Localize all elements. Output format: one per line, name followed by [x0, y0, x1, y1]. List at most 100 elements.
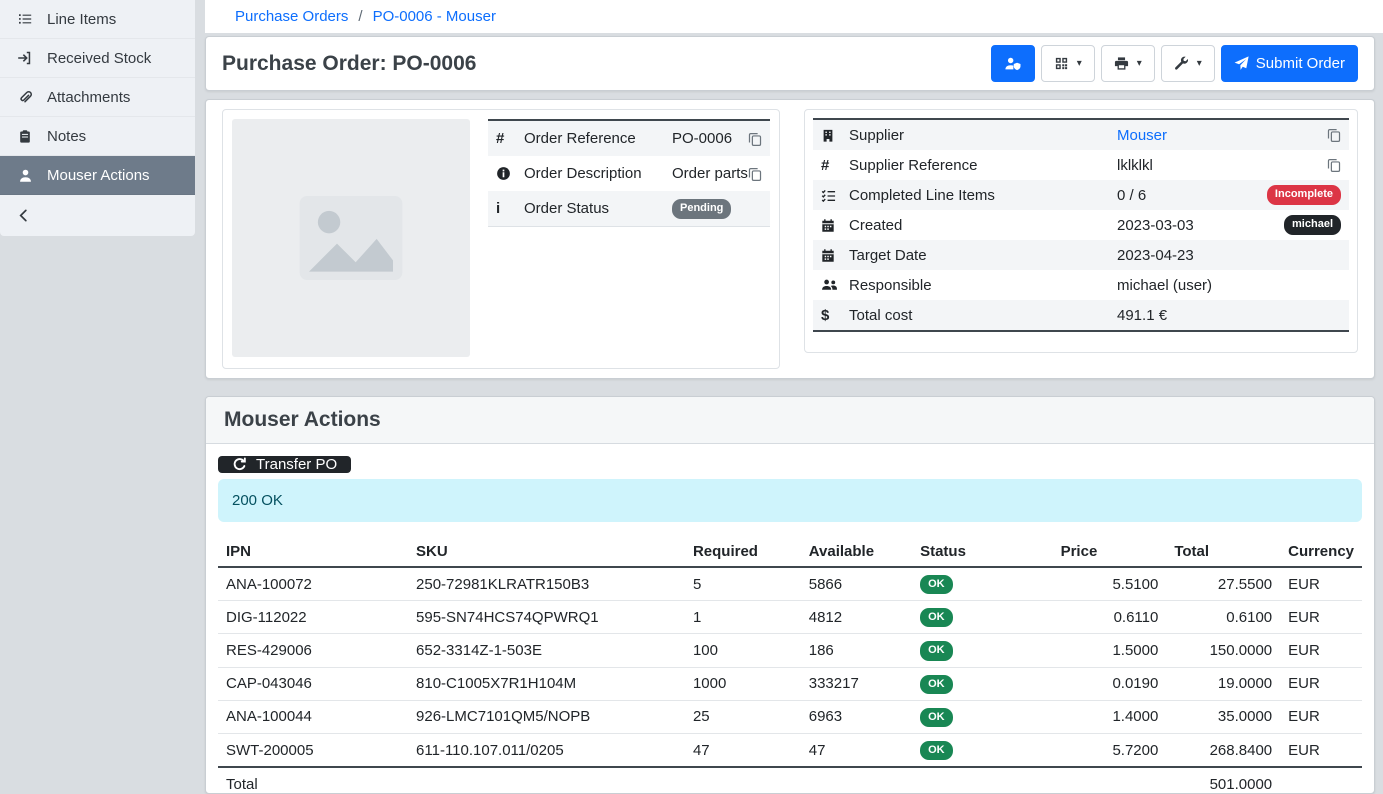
cell-price: 1.5000 — [1053, 634, 1167, 667]
transfer-po-button[interactable]: Transfer PO — [218, 456, 351, 473]
column-header-status: Status — [912, 537, 1053, 567]
footer-total-value: 501.0000 — [1166, 767, 1280, 793]
detail-label: Target Date — [849, 247, 1117, 264]
cell-available: 4812 — [801, 601, 912, 634]
info-icon: i — [496, 201, 524, 216]
tools-icon — [1174, 56, 1189, 71]
cell-available: 5866 — [801, 567, 912, 601]
detail-row-supplier-reference: #Supplier Referencelklklkl — [813, 150, 1349, 180]
table-row: CAP-043046810-C1005X7R1H104M1000333217OK… — [218, 667, 1362, 700]
copy-icon[interactable] — [1327, 128, 1341, 142]
button-label: Submit Order — [1256, 55, 1345, 72]
cell-available: 333217 — [801, 667, 912, 700]
column-header-available: Available — [801, 537, 912, 567]
column-header-currency: Currency — [1280, 537, 1362, 567]
transfer-po-label: Transfer PO — [256, 456, 337, 473]
copy-icon[interactable] — [748, 132, 762, 146]
cell-total: 268.8400 — [1166, 733, 1280, 767]
detail-label: Completed Line Items — [849, 187, 1117, 204]
cell-ipn: SWT-200005 — [218, 733, 408, 767]
table-row: DIG-112022595-SN74HCS74QPWRQ114812 OK 0.61… — [218, 601, 1362, 634]
page-header: Purchase Order: PO-0006 ▾▾▾Submit Order — [205, 36, 1375, 91]
cell-price: 5.5100 — [1053, 567, 1167, 601]
sign-in-icon — [16, 50, 34, 66]
cell-currency: EUR — [1280, 667, 1362, 700]
detail-row-order-reference: #Order ReferencePO-0006 — [488, 121, 770, 156]
paper-plane-icon — [1234, 56, 1249, 71]
cell-ipn: ANA-100044 — [218, 700, 408, 733]
order-info-table: #Order ReferencePO-0006 Order Description… — [488, 119, 770, 227]
cell-total: 0.6100 — [1166, 601, 1280, 634]
order-actions-button[interactable]: ▾ — [1161, 45, 1215, 82]
cell-total: 27.5500 — [1166, 567, 1280, 601]
caret-down-icon: ▾ — [1137, 59, 1142, 69]
order-details-panel: #Order ReferencePO-0006Order Description… — [205, 99, 1375, 379]
detail-label: Total cost — [849, 307, 1117, 324]
pending-badge: Pending — [672, 199, 731, 218]
status-ok-badge: OK — [920, 708, 953, 727]
detail-value: 491.1 € — [1117, 307, 1167, 324]
status-alert: 200 OK — [218, 479, 1362, 522]
table-header-row: IPNSKURequiredAvailableStatusPriceTotalC… — [218, 537, 1362, 567]
cell-currency: EUR — [1280, 601, 1362, 634]
sidebar-item-attachments[interactable]: Attachments — [0, 78, 195, 117]
status-ok-badge: OK — [920, 641, 953, 660]
copy-icon[interactable] — [1327, 158, 1341, 172]
image-placeholder-icon — [295, 189, 407, 287]
sidebar-item-notes[interactable]: Notes — [0, 117, 195, 156]
cell-total: 150.0000 — [1166, 634, 1280, 667]
cell-currency: EUR — [1280, 567, 1362, 601]
list-icon — [16, 11, 34, 27]
cell-required: 1000 — [685, 667, 801, 700]
barcode-actions-button[interactable]: ▾ — [1041, 45, 1095, 82]
sidebar-item-label: Mouser Actions — [47, 167, 150, 184]
sidebar-item-mouser-actions[interactable]: Mouser Actions — [0, 156, 195, 195]
sidebar-item-line-items[interactable]: Line Items — [0, 0, 195, 39]
calendar-icon — [821, 248, 849, 263]
table-row: RES-429006652-3314Z-1-503E100186OK1.5000… — [218, 634, 1362, 667]
status-ok-badge: OK — [920, 608, 953, 627]
copy-icon[interactable] — [748, 167, 762, 181]
clipboard-icon — [16, 129, 34, 144]
detail-label: Order Description — [524, 165, 672, 182]
breadcrumb-bar: Purchase Orders/PO-0006 - Mouser — [205, 0, 1383, 33]
cell-sku: 595-SN74HCS74QPWRQ1 — [408, 601, 685, 634]
table-row: ANA-100072250-72981KLRATR150B355866OK5.5… — [218, 567, 1362, 601]
cell-required: 100 — [685, 634, 801, 667]
hash-icon: # — [821, 158, 849, 173]
status-ok-badge: OK — [920, 675, 953, 694]
submit-order-button[interactable]: Submit Order — [1221, 45, 1358, 82]
cell-currency: EUR — [1280, 634, 1362, 667]
admin-users-button[interactable] — [991, 45, 1035, 82]
sidebar-item-label: Line Items — [47, 11, 116, 28]
cell-sku: 652-3314Z-1-503E — [408, 634, 685, 667]
cell-price: 5.7200 — [1053, 733, 1167, 767]
cell-ipn: DIG-112022 — [218, 601, 408, 634]
cell-required: 25 — [685, 700, 801, 733]
dollar-icon: $ — [821, 308, 849, 323]
breadcrumb-link-purchase-orders[interactable]: Purchase Orders — [235, 8, 348, 25]
detail-label: Order Reference — [524, 130, 672, 147]
column-header-total: Total — [1166, 537, 1280, 567]
breadcrumb-link-po-0006-mouser[interactable]: PO-0006 - Mouser — [373, 8, 496, 25]
mouser-order-table: IPNSKURequiredAvailableStatusPriceTotalC… — [218, 537, 1362, 793]
sidebar-item-received-stock[interactable]: Received Stock — [0, 39, 195, 78]
list-check-icon — [821, 188, 849, 203]
print-actions-button[interactable]: ▾ — [1101, 45, 1155, 82]
sidebar-menu: Line Items Received StockAttachmentsNotes… — [0, 0, 195, 195]
table-footer-row: Total 501.0000 — [218, 767, 1362, 793]
detail-value: Order parts — [672, 165, 748, 182]
detail-row-completed-line-items: Completed Line Items0 / 6Incomplete — [813, 180, 1349, 210]
sidebar-collapse-button[interactable] — [0, 195, 195, 236]
cell-available: 6963 — [801, 700, 912, 733]
panel-body: Transfer PO 200 OK IPNSKURequiredAvailab… — [206, 444, 1374, 793]
header-button-group: ▾ ▾ ▾ Submit Order — [991, 45, 1358, 82]
cell-total: 19.0000 — [1166, 667, 1280, 700]
detail-row-order-status: iOrder StatusPending — [488, 191, 770, 226]
detail-value-link[interactable]: Mouser — [1117, 127, 1167, 144]
detail-value: PO-0006 — [672, 130, 732, 147]
detail-value: 2023-04-23 — [1117, 247, 1194, 264]
cell-required: 5 — [685, 567, 801, 601]
cell-ipn: CAP-043046 — [218, 667, 408, 700]
cell-required: 1 — [685, 601, 801, 634]
